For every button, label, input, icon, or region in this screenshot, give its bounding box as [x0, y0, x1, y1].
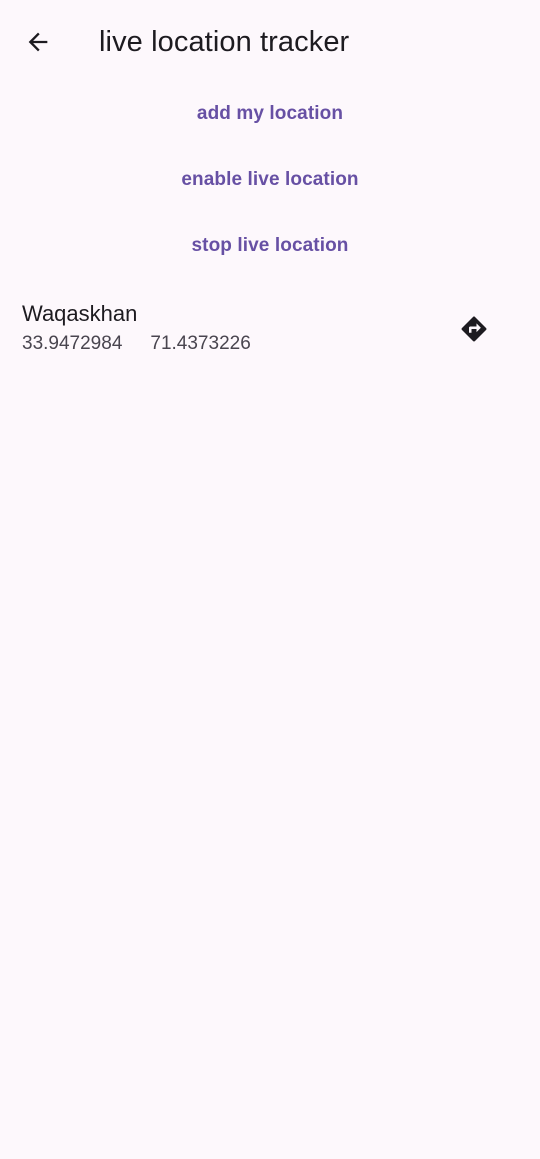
- directions-button[interactable]: [450, 308, 498, 350]
- back-button[interactable]: [14, 18, 62, 66]
- location-name: Waqaskhan: [22, 301, 138, 326]
- list-item[interactable]: Waqaskhan 33.9472984 71.4373226: [0, 292, 540, 366]
- latitude-value: 33.9472984: [22, 333, 123, 354]
- page-title: live location tracker: [99, 26, 350, 58]
- location-coordinates: 33.9472984 71.4373226: [22, 332, 251, 356]
- add-my-location-button[interactable]: add my location: [0, 94, 540, 134]
- app-bar: live location tracker: [0, 0, 540, 84]
- longitude-value: 71.4373226: [150, 333, 251, 354]
- directions-icon: [461, 316, 487, 342]
- stop-live-location-button[interactable]: stop live location: [0, 226, 540, 266]
- enable-live-location-button[interactable]: enable live location: [0, 160, 540, 200]
- arrow-back-icon: [28, 32, 48, 52]
